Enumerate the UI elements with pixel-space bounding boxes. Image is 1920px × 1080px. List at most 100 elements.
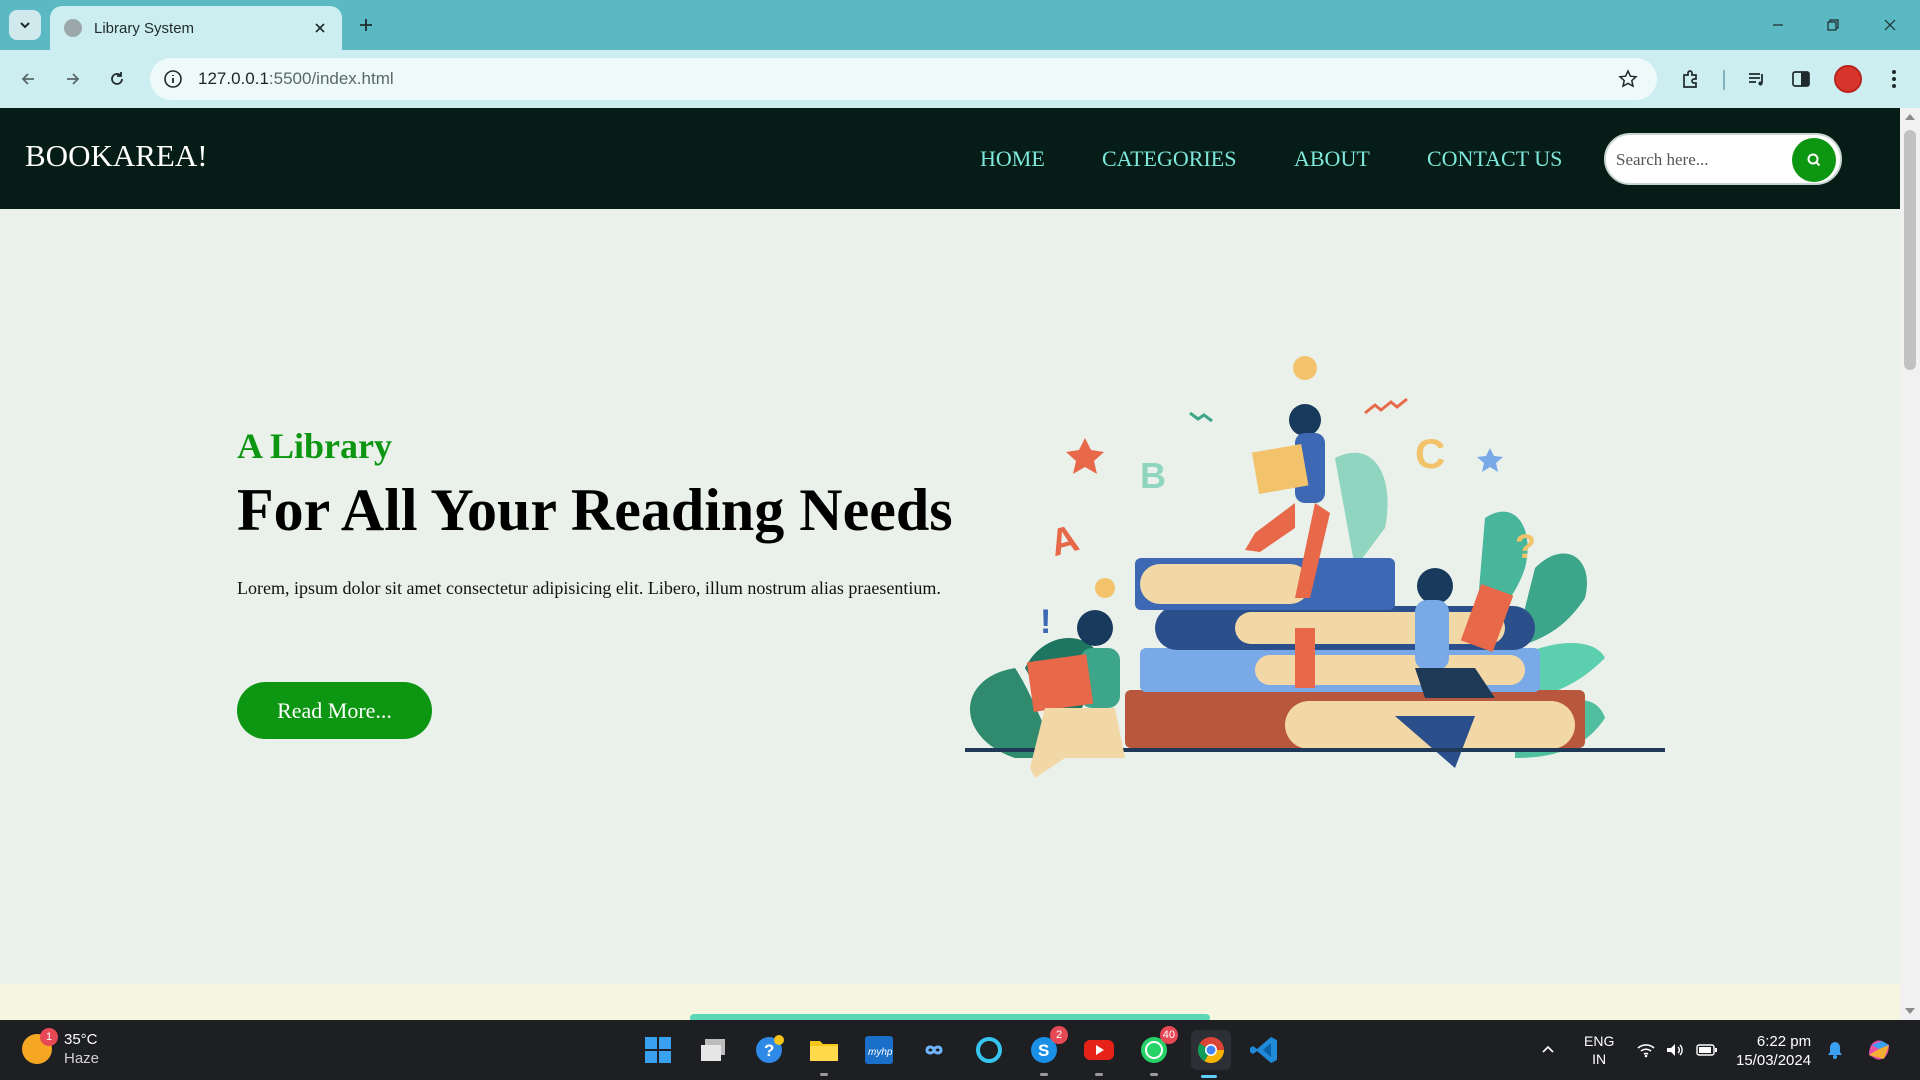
extensions-button[interactable] <box>1675 63 1707 95</box>
chevron-down-icon <box>20 22 30 29</box>
tab-close-button[interactable] <box>308 16 332 40</box>
close-icon <box>315 23 325 33</box>
page-viewport: BOOKAREA! HOME CATEGORIES ABOUT CONTACT … <box>0 108 1900 1020</box>
search-input[interactable] <box>1614 145 1774 175</box>
chrome-app[interactable] <box>1191 1030 1231 1078</box>
url-path: :5500/index.html <box>268 69 394 88</box>
nav-about[interactable]: ABOUT <box>1294 146 1370 172</box>
scroll-up-arrow[interactable] <box>1905 114 1915 120</box>
site-info-icon[interactable] <box>160 66 186 92</box>
folder-icon <box>810 1041 838 1061</box>
youtube-icon <box>1084 1040 1114 1060</box>
reading-illustration: A B C ? ! <box>965 356 1665 778</box>
globe-icon <box>64 19 82 37</box>
volume-icon[interactable] <box>1665 1020 1685 1080</box>
notification-bell-icon[interactable] <box>1826 1020 1844 1080</box>
myhp-app[interactable]: myhp <box>861 1032 897 1068</box>
close-icon <box>1884 19 1896 31</box>
whatsapp-app[interactable]: 40 <box>1136 1026 1178 1076</box>
skype-badge: 2 <box>1050 1026 1068 1044</box>
language-indicator[interactable]: ENG IN <box>1584 1032 1614 1068</box>
browser-tab-bar: Library System <box>0 0 1920 50</box>
reload-button[interactable] <box>101 63 133 95</box>
cortana-app[interactable] <box>971 1032 1007 1068</box>
get-help-app[interactable]: ? <box>751 1032 787 1068</box>
running-indicator <box>1040 1073 1048 1076</box>
site-header: BOOKAREA! HOME CATEGORIES ABOUT CONTACT … <box>0 108 1900 209</box>
site-logo[interactable]: BOOKAREA! <box>25 138 208 174</box>
nav-contact-us[interactable]: CONTACT US <box>1427 146 1562 172</box>
bookmark-star-button[interactable] <box>1613 64 1643 94</box>
region-code: IN <box>1592 1051 1607 1067</box>
nav-categories[interactable]: CATEGORIES <box>1102 146 1236 172</box>
weather-badge: 1 <box>40 1028 58 1046</box>
address-bar[interactable]: 127.0.0.1:5500/index.html <box>150 58 1657 100</box>
hero-kicker: A Library <box>237 426 393 466</box>
nav-home[interactable]: HOME <box>980 146 1045 172</box>
windows-logo-icon <box>645 1037 671 1063</box>
svg-text:B: B <box>1140 455 1166 496</box>
weather-condition: Haze <box>64 1050 100 1067</box>
running-indicator <box>1150 1073 1158 1076</box>
whatsapp-badge: 40 <box>1159 1026 1178 1044</box>
svg-text:A: A <box>1046 517 1083 565</box>
close-window-button[interactable] <box>1870 10 1910 40</box>
tab-search-button[interactable] <box>9 10 41 40</box>
youtube-app[interactable] <box>1081 1032 1117 1076</box>
battery-icon[interactable] <box>1696 1020 1718 1080</box>
svg-text:?: ? <box>1515 528 1536 566</box>
start-button[interactable] <box>640 1032 676 1068</box>
tab-title: Library System <box>94 19 195 37</box>
browser-toolbar: 127.0.0.1:5500/index.html <box>0 50 1920 108</box>
infinity-icon <box>925 1045 943 1055</box>
task-view-button[interactable] <box>695 1032 731 1068</box>
circle-ring-icon <box>976 1037 1002 1063</box>
meta-app[interactable] <box>916 1032 952 1068</box>
read-more-button[interactable]: Read More... <box>237 682 432 739</box>
scroll-down-arrow[interactable] <box>1905 1008 1915 1014</box>
minimize-icon <box>1773 24 1783 26</box>
url-host: 127.0.0.1 <box>198 69 269 88</box>
active-indicator <box>1201 1075 1217 1078</box>
svg-text:myhp: myhp <box>868 1047 893 1058</box>
page-scrollbar[interactable] <box>1900 108 1920 1020</box>
side-panel-icon <box>1792 71 1810 87</box>
copilot-icon[interactable] <box>1864 1020 1894 1080</box>
restore-button[interactable] <box>1813 10 1853 40</box>
arrow-left-icon <box>21 73 34 85</box>
browser-tab-active[interactable]: Library System <box>50 6 342 50</box>
playlist-icon <box>1749 73 1763 86</box>
system-clock[interactable]: 6:22 pm 15/03/2024 <box>1736 1032 1811 1070</box>
svg-text:?: ? <box>764 1041 774 1060</box>
weather-widget[interactable]: 1 35°C Haze <box>22 1028 100 1068</box>
url-text[interactable]: 127.0.0.1:5500/index.html <box>198 69 1613 89</box>
minimize-button[interactable] <box>1758 10 1798 40</box>
reload-icon <box>111 72 123 85</box>
hp-icon: myhp <box>865 1036 893 1064</box>
restore-icon <box>1827 19 1839 31</box>
search-button[interactable] <box>1792 138 1836 182</box>
svg-text:C: C <box>1415 430 1445 477</box>
tray-overflow-button[interactable] <box>1540 1020 1556 1080</box>
file-explorer-app[interactable] <box>806 1032 842 1076</box>
scrollbar-thumb[interactable] <box>1904 130 1916 370</box>
side-panel-button[interactable] <box>1785 63 1817 95</box>
star-icon <box>1618 69 1638 88</box>
wifi-icon[interactable] <box>1636 1020 1656 1080</box>
browser-menu-button[interactable] <box>1878 63 1910 95</box>
forward-button[interactable] <box>57 63 89 95</box>
vscode-app[interactable] <box>1246 1032 1282 1068</box>
back-button[interactable] <box>12 63 44 95</box>
skype-app[interactable]: S 2 <box>1026 1026 1068 1076</box>
help-icon: ? <box>756 1035 784 1063</box>
running-indicator <box>1095 1073 1103 1076</box>
new-tab-button[interactable] <box>352 11 380 39</box>
profile-avatar[interactable] <box>1834 65 1862 93</box>
chevron-up-icon <box>1542 1045 1554 1053</box>
arrow-right-icon <box>67 73 80 85</box>
puzzle-icon <box>1683 70 1697 88</box>
media-controls-button[interactable] <box>1741 63 1773 95</box>
next-section-strip <box>0 984 1900 1020</box>
weather-sun-icon: 1 <box>22 1028 58 1064</box>
search-icon <box>1807 153 1821 167</box>
